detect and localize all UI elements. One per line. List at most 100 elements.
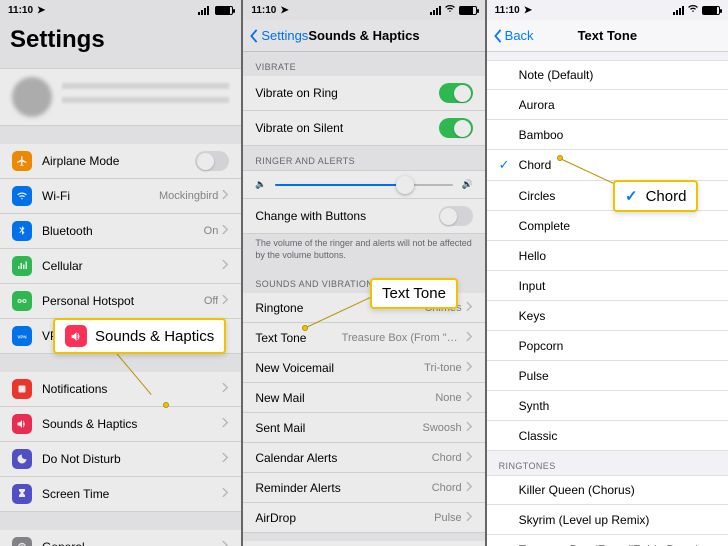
vibrate-on-ring-row[interactable]: Vibrate on Ring (243, 76, 484, 111)
status-time: 11:10 (495, 5, 520, 16)
status-time: 11:10 (8, 5, 33, 16)
new-voicemail-row[interactable]: New Voicemail Tri-tone (243, 353, 484, 383)
gear-icon (12, 537, 32, 546)
row-value: Swoosh (423, 422, 462, 434)
profile-name-blur (62, 83, 229, 111)
row-value: Off (204, 295, 218, 307)
chevron-right-icon (466, 421, 473, 435)
back-label: Settings (261, 28, 308, 43)
hotspot-icon (12, 291, 32, 311)
notifications-row[interactable]: Notifications (0, 372, 241, 407)
chevron-right-icon (222, 452, 229, 466)
apple-id-row[interactable] (0, 68, 241, 126)
speaker-icon (12, 414, 32, 434)
tone-option-row[interactable]: Note (Default) (487, 60, 728, 90)
row-label: Personal Hotspot (42, 294, 204, 308)
general-row[interactable]: General (0, 530, 241, 546)
tone-option-row[interactable]: ✓Chord (487, 150, 728, 181)
hotspot-row[interactable]: Personal Hotspot Off (0, 284, 241, 319)
svg-text:VPN: VPN (17, 335, 26, 340)
tone-option-row[interactable]: Popcorn (487, 331, 728, 361)
cellular-row[interactable]: Cellular (0, 249, 241, 284)
bluetooth-row[interactable]: Bluetooth On (0, 214, 241, 249)
callout-label: Text Tone (382, 285, 446, 302)
notifications-icon (12, 379, 32, 399)
chevron-right-icon (466, 361, 473, 375)
wifi-row[interactable]: Wi-Fi Mockingbird (0, 179, 241, 214)
ringtone-option-row[interactable]: Killer Queen (Chorus) (487, 475, 728, 505)
screen-time-row[interactable]: Screen Time (0, 477, 241, 512)
back-button[interactable]: Back (493, 28, 534, 43)
sounds-haptics-panel: 11:10➤ Settings Sounds & Haptics VIBRATE… (243, 0, 486, 546)
tone-option-row[interactable]: Classic (487, 421, 728, 451)
sent-mail-row[interactable]: Sent Mail Swoosh (243, 413, 484, 443)
tone-option-row[interactable]: Complete (487, 211, 728, 241)
settings-root-panel: 11:10➤ Settings Airplane Mode Wi-Fi Mock… (0, 0, 243, 546)
tone-label: Aurora (519, 98, 716, 112)
status-time: 11:10 (251, 5, 276, 16)
tone-option-row[interactable]: Bamboo (487, 120, 728, 150)
change-buttons-toggle[interactable] (439, 206, 473, 226)
vibrate-header: VIBRATE (243, 52, 484, 76)
row-label: Text Tone (255, 331, 341, 345)
nav-title: Sounds & Haptics (308, 28, 419, 43)
vibrate-on-silent-row[interactable]: Vibrate on Silent (243, 111, 484, 146)
new-mail-row[interactable]: New Mail None (243, 383, 484, 413)
tone-option-row[interactable]: Keys (487, 301, 728, 331)
airplane-icon (12, 151, 32, 171)
calendar-alerts-row[interactable]: Calendar Alerts Chord (243, 443, 484, 473)
checkmark-icon: ✓ (625, 187, 638, 205)
tone-label: Hello (519, 249, 716, 263)
tone-option-row[interactable]: Pulse (487, 361, 728, 391)
callout-chord: ✓ Chord (613, 180, 698, 212)
tone-option-row[interactable]: Synth (487, 391, 728, 421)
checkmark-icon: ✓ (499, 157, 513, 173)
sounds-haptics-row[interactable]: Sounds & Haptics (0, 407, 241, 442)
chevron-right-icon (222, 417, 229, 431)
change-with-buttons-row[interactable]: Change with Buttons (243, 199, 484, 234)
airdrop-row[interactable]: AirDrop Pulse (243, 503, 484, 533)
hourglass-icon (12, 484, 32, 504)
tone-option-row[interactable]: Input (487, 271, 728, 301)
signal-icon (673, 6, 684, 15)
chevron-right-icon (466, 331, 473, 345)
tone-option-row[interactable]: Aurora (487, 90, 728, 120)
back-label: Back (505, 28, 534, 43)
volume-slider-row[interactable]: 🔈 🔊 (243, 170, 484, 199)
chevron-right-icon (222, 487, 229, 501)
bluetooth-icon (12, 221, 32, 241)
tone-option-row[interactable]: Hello (487, 241, 728, 271)
wifi-setting-icon (12, 186, 32, 206)
chevron-right-icon (466, 391, 473, 405)
vibrate-ring-toggle[interactable] (439, 83, 473, 103)
text-tone-row[interactable]: Text Tone Treasure Box (From "Zelda Brea… (243, 323, 484, 353)
callout-label: Chord (646, 188, 687, 205)
reminder-alerts-row[interactable]: Reminder Alerts Chord (243, 473, 484, 503)
back-button[interactable]: Settings (249, 28, 308, 43)
chevron-right-icon (466, 451, 473, 465)
status-bar: 11:10➤ (243, 0, 484, 20)
row-value: Chord (432, 452, 462, 464)
ringtone-option-row[interactable]: Skyrim (Level up Remix) (487, 505, 728, 535)
status-bar: 11:10➤ (0, 0, 241, 20)
row-label: New Voicemail (255, 361, 424, 375)
wifi-icon (687, 4, 699, 16)
speaker-high-icon: 🔊 (461, 179, 472, 190)
ringtone-option-row[interactable]: Treasure Box (From "Zelda Breath of the … (487, 535, 728, 546)
vibrate-silent-toggle[interactable] (439, 118, 473, 138)
chevron-right-icon (222, 382, 229, 396)
callout-dot-1 (163, 402, 169, 408)
airplane-toggle[interactable] (195, 151, 229, 171)
battery-icon (702, 6, 720, 15)
vpn-icon: VPN (12, 326, 32, 346)
speaker-icon (65, 325, 87, 347)
tone-label: Pulse (519, 369, 716, 383)
callout-label: Sounds & Haptics (95, 328, 214, 345)
chevron-right-icon (222, 259, 229, 273)
airplane-mode-row[interactable]: Airplane Mode (0, 144, 241, 179)
volume-footer: The volume of the ringer and alerts will… (243, 234, 484, 269)
do-not-disturb-row[interactable]: Do Not Disturb (0, 442, 241, 477)
volume-slider[interactable] (275, 184, 454, 186)
row-value: Mockingbird (159, 190, 218, 202)
keyboard-clicks-row[interactable]: Keyboard Clicks (243, 541, 484, 546)
